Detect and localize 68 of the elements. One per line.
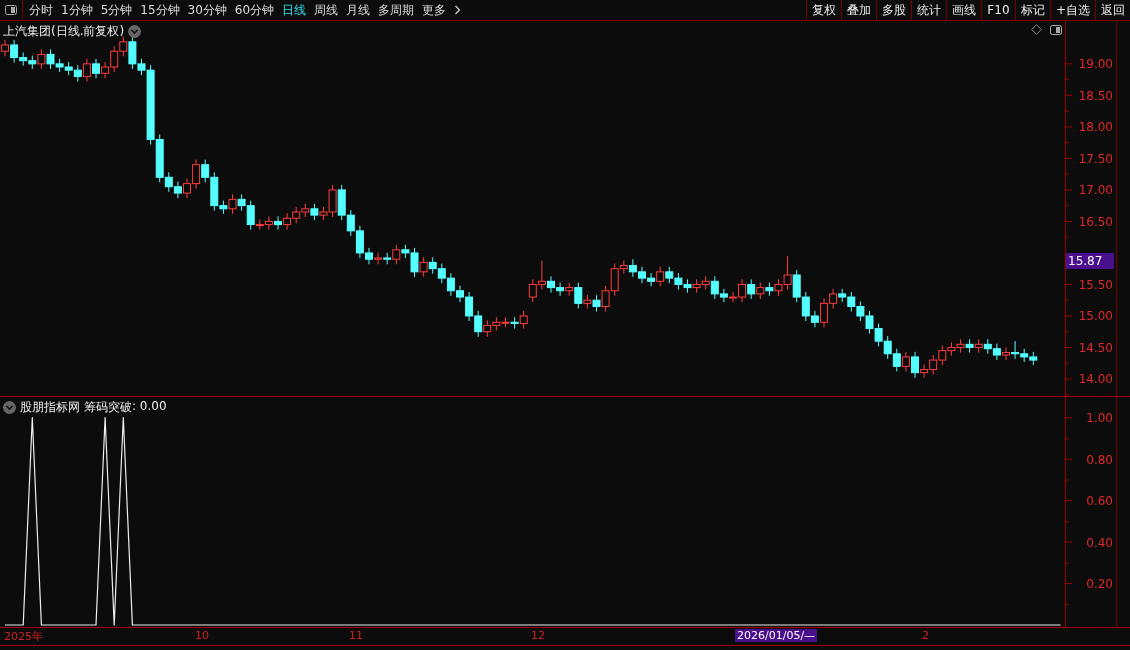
period-tab[interactable]: 更多: [422, 0, 447, 20]
period-tab[interactable]: 5分钟: [100, 0, 133, 20]
candlestick: [374, 252, 383, 265]
candlestick: [747, 278, 756, 300]
candlestick: [510, 316, 519, 330]
cursor-date-label: 2026/01/05/—: [735, 629, 818, 642]
period-tab[interactable]: 分时: [29, 0, 53, 20]
toolbar-button[interactable]: F10: [980, 0, 1015, 20]
candlestick: [1, 39, 9, 57]
price-label: 18.50: [1078, 88, 1113, 103]
indicator-title: 股朋指标网: [20, 399, 80, 416]
dropdown-icon[interactable]: [3, 401, 16, 414]
toolbar-button[interactable]: +自选: [1049, 0, 1095, 20]
candlestick: [419, 256, 428, 278]
toolbar-button[interactable]: 叠加: [840, 0, 876, 20]
period-tab[interactable]: 15分钟: [140, 0, 180, 20]
candlestick: [274, 215, 282, 231]
chevron-icon[interactable]: [454, 5, 462, 15]
indicator-value: : 0.00: [132, 399, 167, 415]
toolbar-button[interactable]: 画线: [945, 0, 981, 20]
price-label: 19.00: [1078, 57, 1113, 72]
date-label: 12: [531, 629, 545, 642]
price-label: 15.50: [1078, 277, 1113, 292]
value-label: 1.00: [1086, 411, 1113, 426]
period-tab[interactable]: 1分钟: [61, 0, 93, 20]
toolbar-button[interactable]: 统计: [910, 0, 946, 20]
date-label: 2: [922, 629, 929, 642]
candlestick: [901, 351, 910, 372]
candlestick: [392, 244, 401, 265]
date-label: 10: [195, 629, 209, 642]
period-tab[interactable]: 日线: [282, 0, 307, 20]
toolbar-button[interactable]: 多股: [875, 0, 911, 20]
value-label: 0.80: [1086, 452, 1113, 467]
value-label: 0.40: [1086, 535, 1113, 550]
candlestick: [82, 58, 91, 82]
period-tab[interactable]: 多周期: [378, 0, 415, 20]
current-price-label: 15.87: [1066, 253, 1114, 270]
series-name: 筹码突破: [84, 399, 132, 416]
candlestick: [92, 58, 100, 79]
date-label: 2025年: [4, 629, 43, 644]
price-label: 14.50: [1078, 340, 1113, 355]
price-label: 14.00: [1078, 372, 1113, 387]
price-label: 17.50: [1078, 151, 1113, 166]
period-tab[interactable]: 周线: [314, 0, 339, 20]
price-label: 17.00: [1078, 183, 1113, 198]
candlestick: [656, 266, 665, 287]
candlestick: [911, 351, 919, 379]
toolbar-button[interactable]: 复权: [805, 0, 841, 20]
date-label: 11: [349, 629, 363, 642]
chart-title: 上汽集团(日线.前复权): [3, 23, 125, 40]
toolbar-button[interactable]: 标记: [1014, 0, 1050, 20]
price-label: 16.50: [1078, 214, 1113, 229]
candlestick: [228, 193, 237, 215]
panel-toggle-icon[interactable]: [5, 5, 17, 15]
period-tab[interactable]: 30分钟: [187, 0, 227, 20]
value-label: 0.60: [1086, 494, 1113, 509]
candlestick: [37, 48, 46, 70]
panel-toggle-icon[interactable]: [1050, 24, 1062, 35]
price-label: 15.00: [1078, 309, 1113, 324]
candlestick: [574, 282, 583, 309]
price-label: 18.00: [1078, 120, 1113, 135]
period-tab[interactable]: 月线: [346, 0, 371, 20]
candlestick: [1002, 346, 1010, 361]
period-tab[interactable]: 60分钟: [234, 0, 275, 20]
dropdown-icon[interactable]: [128, 25, 142, 38]
toolbar-button[interactable]: 返回: [1095, 0, 1130, 20]
diamond-icon[interactable]: [1031, 24, 1042, 35]
value-label: 0.20: [1086, 577, 1113, 592]
